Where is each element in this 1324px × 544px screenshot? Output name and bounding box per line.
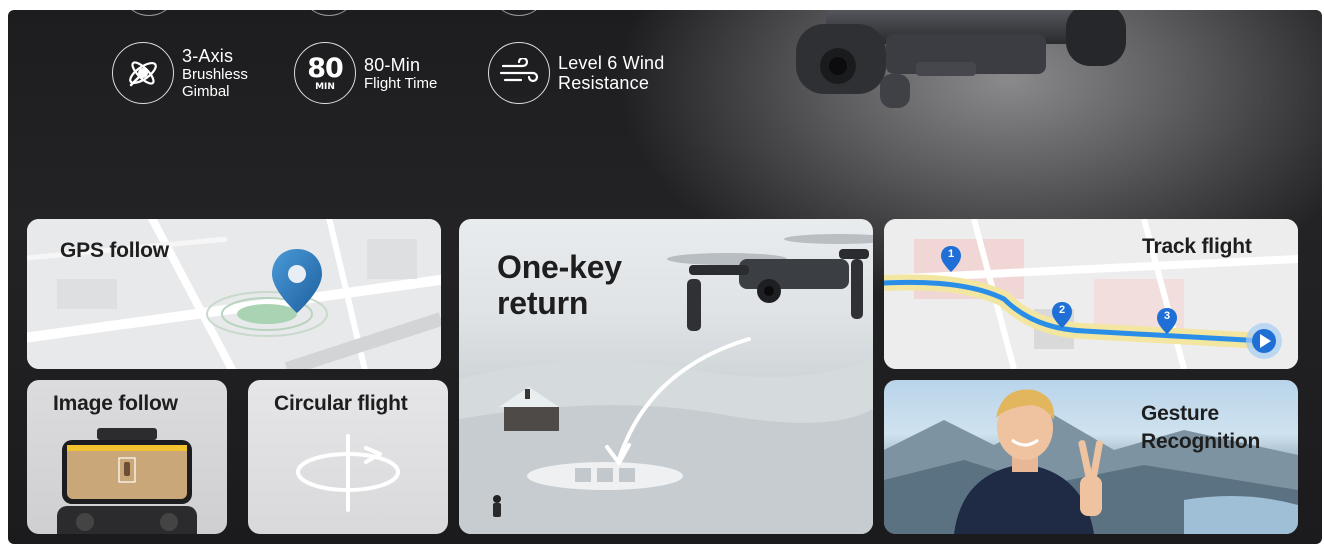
waypoint-1-label: 1	[947, 248, 955, 260]
feature-flight-time-title: 80-Min	[364, 54, 421, 75]
feature-gimbal-title: 3-Axis	[182, 46, 234, 66]
flight-time-badge-icon: 80 MIN	[294, 42, 356, 104]
one-key-return-line2: return	[497, 285, 589, 321]
gesture-line1: Gesture	[1141, 402, 1219, 425]
feature-gimbal-sub1: Brushless	[182, 66, 248, 83]
card-gesture-recognition[interactable]: Gesture Recognition	[884, 380, 1298, 534]
gimbal-icon	[112, 42, 174, 104]
card-track-flight[interactable]: Track flight 1 2 3	[884, 219, 1298, 369]
ghost-ring-3	[496, 10, 542, 16]
flight-time-unit: MIN	[315, 81, 335, 92]
ghost-ring-2	[306, 10, 352, 16]
drone-hero-image	[796, 10, 1126, 108]
location-pin-icon	[272, 249, 322, 313]
feature-flight-time: 80 MIN 80-Min Flight Time	[294, 42, 437, 104]
card-circular-flight[interactable]: Circular flight	[248, 380, 448, 534]
card-gps-follow[interactable]: GPS follow	[27, 219, 441, 369]
circular-flight-icon	[296, 434, 400, 512]
gesture-recognition-title: Gesture Recognition	[1141, 400, 1260, 456]
feature-gimbal: 3-Axis Brushless Gimbal	[112, 42, 248, 104]
waypoint-3-icon: 3	[1156, 307, 1178, 335]
product-banner: 3-Axis Brushless Gimbal 80 MIN 80-Min Fl…	[8, 10, 1322, 544]
gesture-line2: Recognition	[1141, 430, 1261, 453]
one-key-return-title: One-key return	[497, 249, 622, 321]
wind-icon	[488, 42, 550, 104]
feature-wind-title: Level 6 Wind	[558, 53, 665, 73]
waypoint-3-label: 3	[1163, 310, 1171, 322]
feature-wind-title2: Resistance	[558, 73, 650, 93]
feature-flight-time-sub: Flight Time	[364, 74, 438, 92]
card-image-follow[interactable]: Image follow	[27, 380, 227, 534]
track-flight-title: Track flight	[1142, 235, 1252, 258]
gps-follow-title: GPS follow	[60, 239, 169, 262]
waypoint-2-icon: 2	[1051, 301, 1073, 329]
one-key-return-line1: One-key	[497, 249, 622, 285]
card-one-key-return[interactable]: One-key return	[459, 219, 873, 534]
circular-flight-title: Circular flight	[274, 392, 408, 415]
flight-time-number: 80	[307, 52, 344, 84]
waypoint-1-icon: 1	[940, 245, 962, 273]
feature-wind: Level 6 Wind Resistance	[488, 42, 664, 104]
feature-gimbal-sub2: Gimbal	[182, 83, 230, 100]
drone-image	[667, 234, 873, 331]
ghost-ring-1	[126, 10, 172, 16]
image-follow-title: Image follow	[53, 392, 178, 415]
waypoint-2-label: 2	[1058, 304, 1066, 316]
controller-phone-image	[57, 428, 197, 534]
